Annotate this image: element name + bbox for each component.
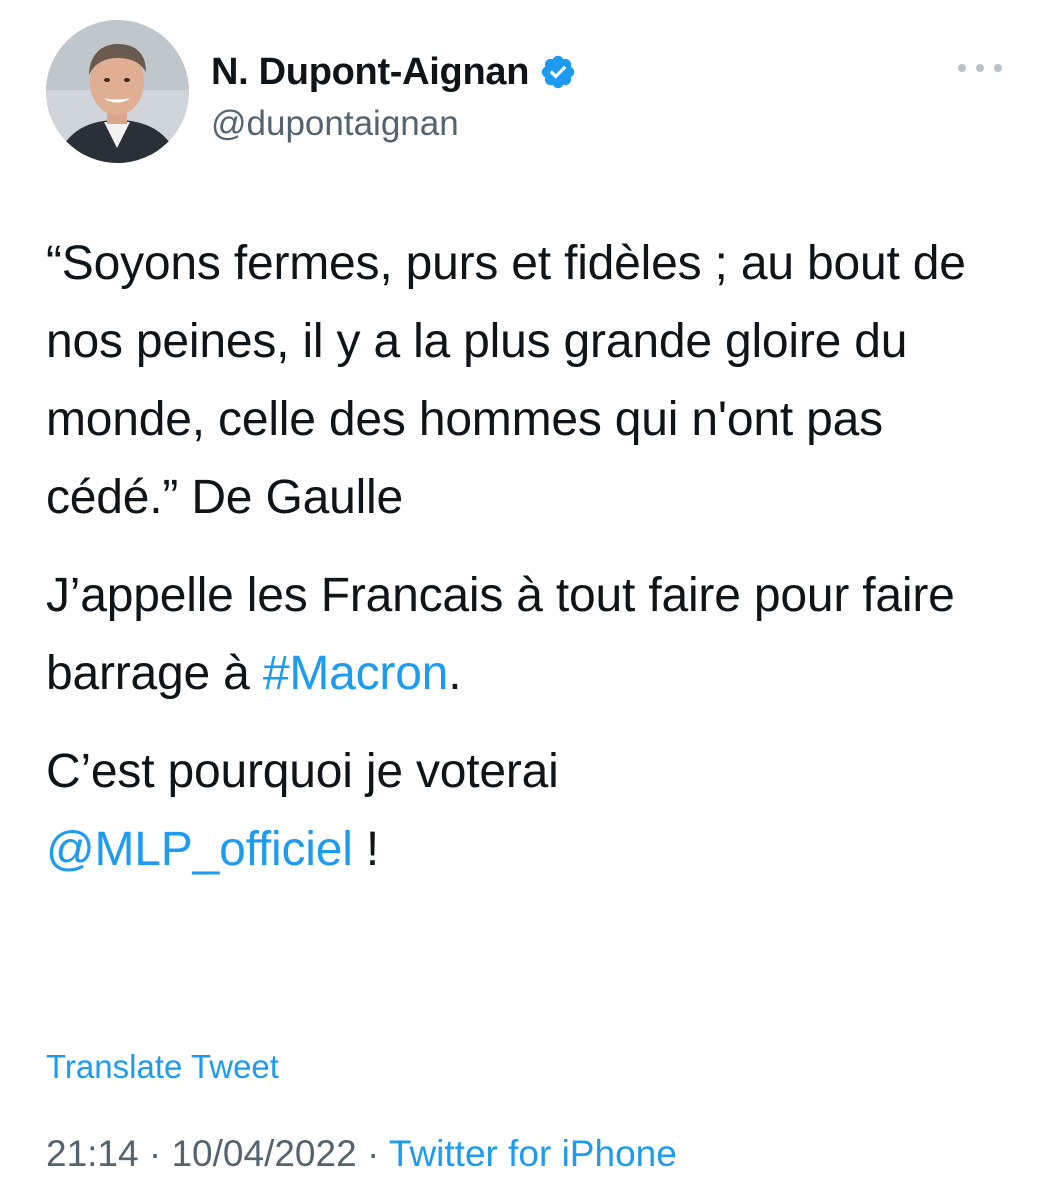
call-paragraph: J’appelle les Francais à tout faire pour…	[46, 557, 996, 713]
avatar[interactable]	[46, 20, 189, 163]
more-options-icon[interactable]	[958, 58, 1002, 78]
more-dot	[958, 64, 966, 72]
quote-paragraph: “Soyons fermes, purs et fidèles ; au bou…	[46, 237, 966, 524]
tweet-card: N. Dupont-Aignan @dupontaignan “Soyons f…	[0, 0, 1043, 1200]
translate-tweet-link[interactable]: Translate Tweet	[46, 1048, 279, 1086]
call-text: J’appelle les Francais à tout faire pour…	[46, 569, 955, 700]
call-text-end: .	[448, 647, 462, 700]
more-dot	[994, 64, 1002, 72]
meta-separator: ·	[356, 1133, 389, 1174]
avatar-photo-icon	[46, 20, 189, 163]
vote-text: C’est pourquoi je voterai	[46, 745, 559, 798]
handle[interactable]: @dupontaignan	[211, 104, 577, 144]
tweet-text: “Soyons fermes, purs et fidèles ; au bou…	[46, 225, 996, 909]
tweet-time[interactable]: 21:14	[46, 1133, 139, 1174]
mention-link[interactable]: @MLP_officiel	[46, 823, 353, 876]
more-dot	[976, 64, 984, 72]
tweet-date[interactable]: 10/04/2022	[171, 1133, 356, 1174]
tweet-header: N. Dupont-Aignan @dupontaignan	[46, 20, 1006, 165]
vote-paragraph: C’est pourquoi je voterai @MLP_officiel …	[46, 733, 996, 889]
display-name[interactable]: N. Dupont-Aignan	[211, 51, 529, 94]
vote-text-end: !	[352, 823, 379, 876]
meta-separator: ·	[138, 1133, 172, 1174]
author-names: N. Dupont-Aignan @dupontaignan	[211, 48, 577, 144]
verified-badge-icon	[539, 53, 577, 91]
hashtag-link[interactable]: #Macron	[263, 647, 449, 700]
tweet-source-link[interactable]: Twitter for iPhone	[389, 1133, 677, 1174]
tweet-meta: 21:14 · 10/04/2022 · Twitter for iPhone	[46, 1133, 677, 1175]
display-name-row: N. Dupont-Aignan	[211, 48, 577, 96]
